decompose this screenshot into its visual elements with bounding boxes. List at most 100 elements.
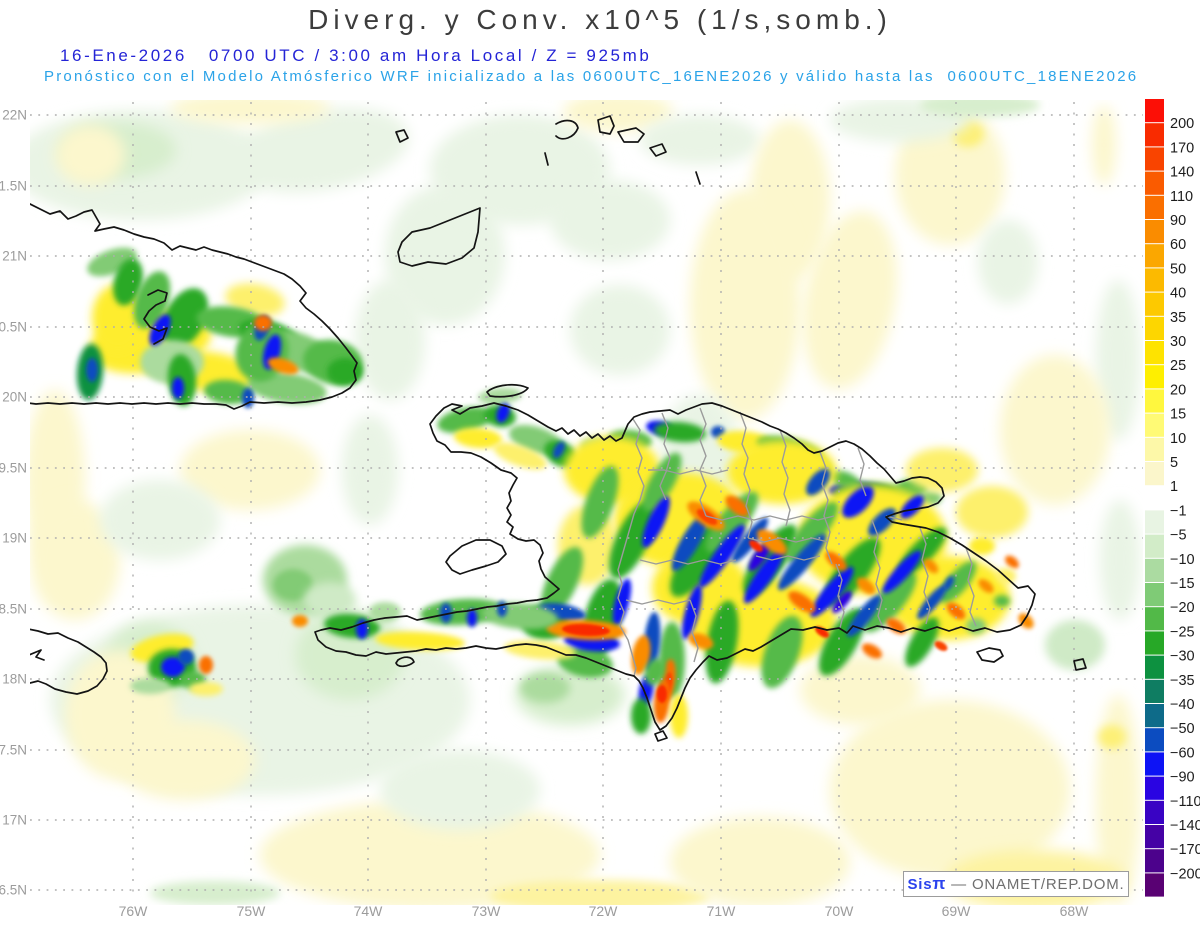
lat-tick-label: 22N [2, 108, 27, 123]
colorbar-segment [1145, 607, 1164, 631]
coastline [30, 649, 45, 661]
field-blob [994, 595, 1010, 607]
field-patch [150, 881, 280, 905]
colorbar-segment [1145, 292, 1164, 316]
colorbar-segment [1145, 655, 1164, 679]
colorbar-label: −110 [1170, 794, 1200, 810]
lat-tick-label: 18N [2, 672, 27, 687]
colorbar-label: 170 [1170, 140, 1194, 156]
field-blob [130, 678, 170, 694]
colorbar-label: 50 [1170, 261, 1186, 277]
colorbar-segment [1145, 365, 1164, 389]
colorbar-label: 40 [1170, 286, 1186, 302]
lon-tick-label: 73W [472, 903, 502, 919]
field-patch [55, 125, 125, 185]
colorbar-label: −60 [1170, 745, 1195, 761]
field-patch [1092, 105, 1116, 185]
watermark-org: — ONAMET/REP.DOM. [946, 875, 1125, 893]
colorbar-label: 35 [1170, 310, 1186, 326]
field-blob [467, 609, 477, 627]
colorbar-segment [1145, 752, 1164, 776]
pi-icon: π [932, 874, 947, 893]
colorbar-label: 60 [1170, 237, 1186, 253]
field-blob [292, 615, 308, 627]
field-patch [115, 720, 255, 800]
coastline [445, 539, 507, 575]
field-patch [550, 180, 670, 260]
colorbar-label: −30 [1170, 649, 1195, 665]
field-blob [178, 649, 194, 665]
colorbar-segment [1145, 147, 1164, 171]
watermark-sis: Sis [907, 875, 933, 893]
field-patch [978, 220, 1038, 304]
colorbar-legend: 200 170 140 110 90 60 50 40 35 30 25 20 15 10 5 1 −1 −5 −1… [1145, 99, 1200, 897]
colorbar-label: −50 [1170, 721, 1195, 737]
colorbar-segment [1145, 486, 1164, 510]
colorbar-segment [1145, 776, 1164, 800]
field-patch [520, 673, 570, 703]
colorbar-label: 1 [1170, 479, 1178, 495]
field-patch [670, 817, 850, 905]
field-patch [342, 415, 398, 525]
lon-tick-label: 69W [942, 903, 972, 919]
colorbar-label: 90 [1170, 213, 1186, 229]
field-patch [170, 100, 330, 124]
colorbar-label: −20 [1170, 600, 1195, 616]
colorbar-segment [1145, 244, 1164, 268]
colorbar-label: 200 [1170, 116, 1194, 132]
field-patch [920, 100, 1040, 117]
field-patch [100, 480, 220, 560]
colorbar-label: −15 [1170, 576, 1195, 592]
forecast-map: 22N 1.5N 21N 0.5N 20N 9.5N 19N 8.5N 18N 7.5N 17N 6.… [0, 99, 1200, 919]
field-patch [1100, 500, 1140, 620]
lat-tick-label: 9.5N [0, 461, 27, 476]
field-patch [640, 115, 760, 165]
colorbar-segment [1145, 341, 1164, 365]
colorbar-segment [1145, 679, 1164, 703]
colorbar-label: 110 [1170, 189, 1193, 205]
lon-tick-label: 68W [1060, 903, 1090, 919]
field-blob [86, 358, 98, 382]
lon-tick-label: 72W [589, 903, 619, 919]
lat-tick-label: 6.5N [0, 883, 27, 898]
colorbar-label: 10 [1170, 431, 1186, 447]
colorbar-segment [1145, 704, 1164, 728]
colorbar-label: 5 [1170, 455, 1178, 471]
lon-tick-label: 71W [707, 903, 737, 919]
field-blob [934, 641, 948, 651]
colorbar-segment [1145, 583, 1164, 607]
field-blob [1018, 613, 1034, 629]
colorbar-label: −35 [1170, 673, 1195, 689]
colorbar-label: −200 [1170, 866, 1200, 882]
colorbar-label: −170 [1170, 842, 1200, 858]
lat-tick-label: 0.5N [0, 320, 27, 335]
colorbar-segment [1145, 873, 1164, 897]
lat-tick-label: 7.5N [0, 743, 27, 758]
colorbar-label: 25 [1170, 358, 1186, 374]
colorbar-segment [1145, 849, 1164, 873]
colorbar-segment [1145, 389, 1164, 413]
colorbar-segment [1145, 800, 1164, 824]
colorbar-segment [1145, 534, 1164, 558]
field-blob [172, 377, 184, 399]
field-blob [657, 685, 667, 703]
coastline [976, 647, 1004, 663]
colorbar-label: 140 [1170, 165, 1194, 181]
colorbar-segment [1145, 220, 1164, 244]
colorbar-segment [1145, 510, 1164, 534]
field-patch [1000, 355, 1110, 505]
coastline [695, 171, 701, 185]
colorbar-label: −1 [1170, 503, 1187, 519]
lat-tick-label: 1.5N [0, 179, 27, 194]
colorbar-label: −10 [1170, 552, 1195, 568]
colorbar-segment [1145, 99, 1164, 123]
colorbar-segment [1145, 437, 1164, 461]
colorbar-segment [1145, 268, 1164, 292]
field-blob [906, 448, 978, 492]
colorbar-label: −25 [1170, 624, 1195, 640]
field-blob [497, 601, 507, 617]
colorbar-label: −40 [1170, 697, 1195, 713]
field-patch [690, 190, 800, 420]
colorbar-segment [1145, 728, 1164, 752]
field-patch [380, 750, 540, 830]
